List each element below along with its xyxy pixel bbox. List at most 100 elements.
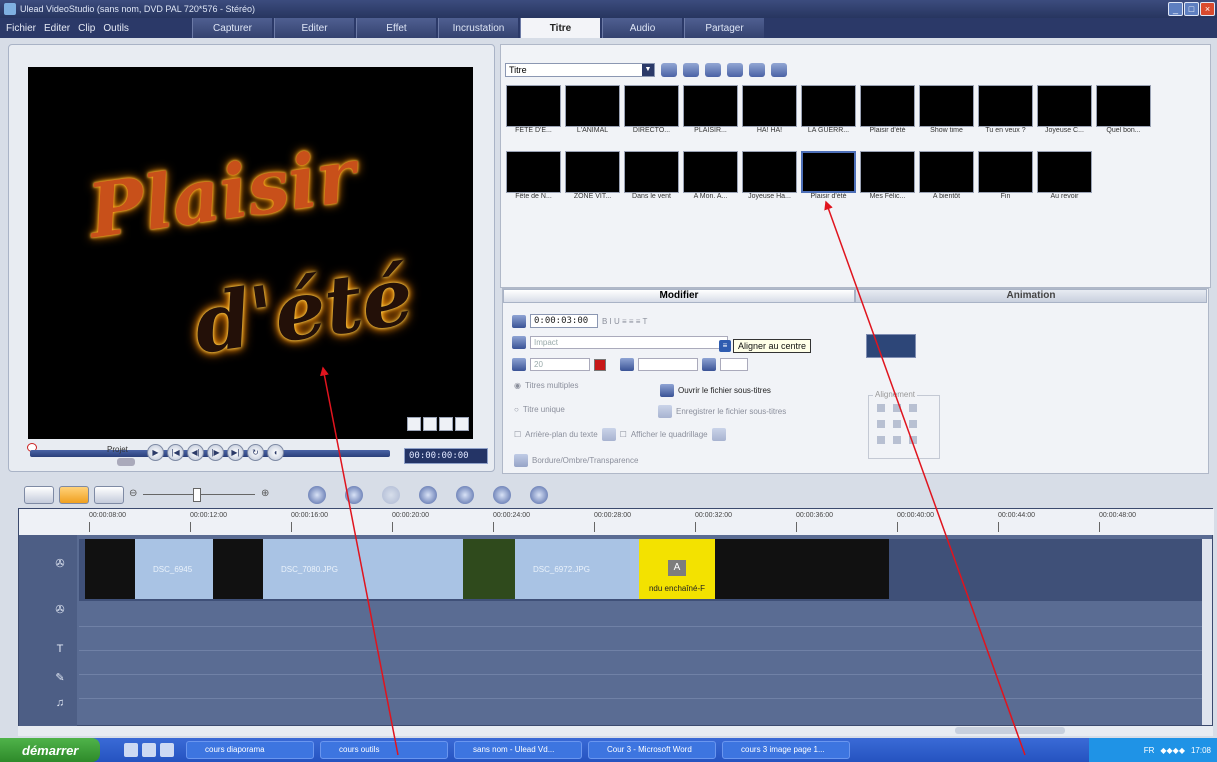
task-button-2[interactable]: cours outils [320,741,448,759]
grid-checkbox[interactable]: ☐ [620,430,627,439]
start-button[interactable]: démarrer [0,738,100,762]
overlay-lane[interactable] [79,603,1212,627]
tab-partager[interactable]: Partager [684,18,764,38]
video-clip-1[interactable]: DSC_6945 [135,539,213,599]
record-icon[interactable] [345,486,363,504]
title-thumbnail[interactable]: LA GUERR... [801,85,856,143]
insert-media-icon[interactable] [308,486,326,504]
zoom-slider[interactable]: ⊖ ⊕ [129,486,289,504]
title-thumbnail[interactable]: Fête de N... [506,151,561,209]
title-thumbnail[interactable]: Joyeuse C... [1037,85,1092,143]
title-thumbnail[interactable]: PLAISIR... [683,85,738,143]
library-manager-icon[interactable] [705,63,721,77]
title-thumbnail[interactable]: Mes Félic... [860,151,915,209]
minimize-button[interactable]: _ [1168,2,1183,16]
split-clip-icon[interactable] [439,417,453,431]
zoom-out-icon[interactable]: ⊖ [129,488,137,499]
video-track-icon[interactable]: ✇ [53,557,67,571]
play-icon[interactable]: ▶ [147,444,164,461]
align-middle-right[interactable] [909,420,917,428]
title-thumbnail[interactable]: ZONE VIT... [565,151,620,209]
align-bottom-center[interactable] [893,436,901,444]
title-thumbnail[interactable]: Dans le vent [624,151,679,209]
repeat-icon[interactable]: ↻ [247,444,264,461]
title-thumbnail[interactable]: Joyeuse Ha... [742,151,797,209]
title-thumbnail[interactable]: A Mon. A... [683,151,738,209]
scrollbar-thumb[interactable] [955,727,1065,734]
task-button-5[interactable]: cours 3 image page 1... [722,741,850,759]
task-button-1[interactable]: cours diaporama [186,741,314,759]
align-top-left[interactable] [877,404,885,412]
tab-capturer[interactable]: Capturer [192,18,272,38]
title-text-line1[interactable]: Plaisir [83,133,361,256]
close-button[interactable]: × [1200,2,1215,16]
transition-clip[interactable]: A ndu enchaîné-F [639,539,715,599]
radio-single[interactable]: ○ [514,405,519,414]
title-thumbnail[interactable]: HA! HA! [742,85,797,143]
overlay-track-icon[interactable]: ✇ [53,603,67,617]
zoom-handle[interactable] [193,488,201,502]
tab-modifier[interactable]: Modifier [503,289,855,303]
tab-editer[interactable]: Editer [274,18,354,38]
align-middle-left[interactable] [877,420,885,428]
music-track-icon[interactable]: ♫ [53,697,67,711]
next-frame-icon[interactable]: |▶ [207,444,224,461]
folder-icon[interactable] [661,63,677,77]
duration-field[interactable]: 0:00:03:00 [530,314,598,328]
video-clip-2[interactable]: DSC_7080.JPG [263,539,463,599]
options-icon[interactable] [771,63,787,77]
tab-animation[interactable]: Animation [855,289,1207,303]
smart-proxy-icon[interactable] [456,486,474,504]
align-center[interactable] [893,420,901,428]
font-size-field[interactable]: 20 [530,358,590,371]
menu-editer[interactable]: Editer [44,23,70,34]
border-shadow-button[interactable]: Bordure/Ombre/Transparence [532,456,638,465]
music-lane[interactable] [79,675,1212,699]
library-category-select[interactable]: Titre ▼ [505,63,655,77]
title-thumbnail[interactable]: Tu en veux ? [978,85,1033,143]
task-button-4[interactable]: Cour 3 - Microsoft Word [588,741,716,759]
home-icon[interactable]: |◀ [167,444,184,461]
preview-window[interactable]: Plaisir d'été [28,67,473,439]
import-icon[interactable] [683,63,699,77]
end-icon[interactable]: ▶| [227,444,244,461]
task-button-3[interactable]: sans nom - Ulead Vd... [454,741,582,759]
align-center-icon[interactable]: ≡ [719,340,731,352]
title-thumbnail[interactable]: A bientôt [919,151,974,209]
menu-outils[interactable]: Outils [103,23,129,34]
volume-icon[interactable]: ◖ [267,444,284,461]
zoom-in-icon[interactable]: ⊕ [261,488,269,499]
timeline-view-button[interactable] [59,486,89,504]
enlarge-preview-icon[interactable] [455,417,469,431]
timecode-field[interactable]: 00:00:00:00 [404,448,488,464]
maximize-button[interactable]: □ [1184,2,1199,16]
open-subtitles-button[interactable]: Ouvrir le fichier sous-titres [678,386,771,395]
preview-library-icon[interactable] [727,63,743,77]
tab-effet[interactable]: Effet [356,18,436,38]
title-thumbnail[interactable]: Au revoir [1037,151,1092,209]
voice-lane[interactable] [79,651,1212,675]
title-thumbnail[interactable]: Quel bon... [1096,85,1151,143]
align-top-right[interactable] [909,404,917,412]
line-spacing-field[interactable] [638,358,698,371]
video-clip-3[interactable]: DSC_6972.JPG [515,539,639,599]
clip-thumbnail[interactable] [213,539,263,599]
chevron-down-icon[interactable]: ▼ [642,64,654,76]
explorer-icon[interactable] [160,743,174,757]
time-ruler[interactable]: 00:00:08:00 00:00:12:00 00:00:16:00 00:00:2… [19,509,1214,535]
title-thumbnail[interactable]: L'ANIMAL [565,85,620,143]
mark-in-icon[interactable] [407,417,421,431]
radio-multiple[interactable]: ◉ [514,381,521,390]
align-top-center[interactable] [893,404,901,412]
batch-convert-icon[interactable] [419,486,437,504]
tab-incrustation[interactable]: Incrustation [438,18,518,38]
save-subtitles-button[interactable]: Enregistrer le fichier sous-titres [676,407,786,416]
background-checkbox[interactable]: ☐ [514,430,521,439]
title-thumbnail[interactable]: Plaisir d'été [860,85,915,143]
menu-fichier[interactable]: Fichier [6,23,36,34]
tab-titre[interactable]: Titre [520,18,600,38]
mark-out-icon[interactable] [423,417,437,431]
voice-track-icon[interactable]: ✎ [53,671,67,685]
export-icon[interactable] [530,486,548,504]
border-icon[interactable] [514,454,528,467]
